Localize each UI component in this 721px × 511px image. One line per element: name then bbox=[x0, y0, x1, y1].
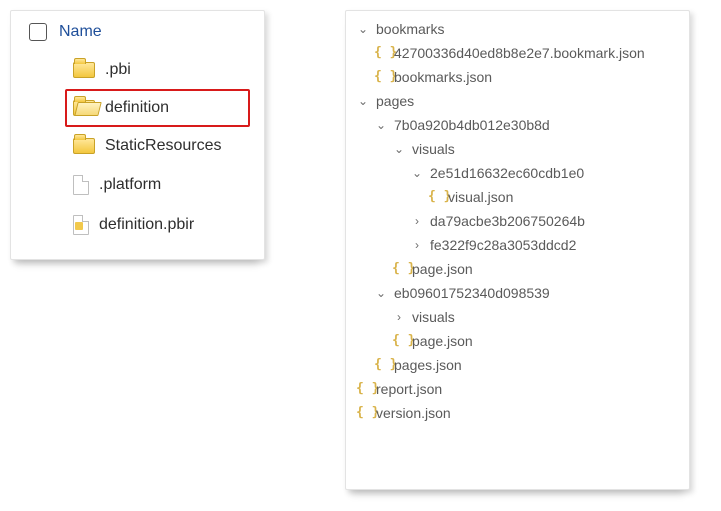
tree-folder[interactable]: ⌄ pages bbox=[350, 89, 679, 113]
tree-label: da79acbe3b206750264b bbox=[430, 211, 585, 231]
chevron-right-icon[interactable]: › bbox=[392, 307, 406, 327]
tree-folder[interactable]: ⌄ eb09601752340d098539 bbox=[350, 281, 679, 305]
tree-label: pages bbox=[376, 91, 414, 111]
file-row[interactable]: definition.pbir bbox=[65, 205, 250, 245]
tree-label: visuals bbox=[412, 139, 455, 159]
tree-label: 2e51d16632ec60cdb1e0 bbox=[430, 163, 584, 183]
json-file-icon: { } bbox=[374, 355, 388, 375]
tree-file[interactable]: { } page.json bbox=[350, 329, 679, 353]
json-file-icon: { } bbox=[374, 67, 388, 87]
tree-label: page.json bbox=[412, 331, 473, 351]
file-list-panel: Name .pbi definition StaticResources .platf… bbox=[10, 10, 265, 260]
chevron-down-icon[interactable]: ⌄ bbox=[374, 283, 388, 303]
tree-file[interactable]: { } 42700336d40ed8b8e2e7.bookmark.json bbox=[350, 41, 679, 65]
file-label: definition bbox=[105, 99, 169, 117]
tree-file[interactable]: { } visual.json bbox=[350, 185, 679, 209]
tree-folder[interactable]: › visuals bbox=[350, 305, 679, 329]
tree-file[interactable]: { } page.json bbox=[350, 257, 679, 281]
tree-folder[interactable]: ⌄ bookmarks bbox=[350, 17, 679, 41]
tree-label: bookmarks bbox=[376, 19, 444, 39]
json-file-icon: { } bbox=[428, 187, 442, 207]
file-label: .platform bbox=[99, 176, 161, 194]
tree-file[interactable]: { } version.json bbox=[350, 401, 679, 425]
file-label: StaticResources bbox=[105, 137, 222, 155]
tree-folder[interactable]: › da79acbe3b206750264b bbox=[350, 209, 679, 233]
tree-file[interactable]: { } report.json bbox=[350, 377, 679, 401]
file-row[interactable]: .pbi bbox=[65, 51, 250, 89]
json-file-icon: { } bbox=[392, 259, 406, 279]
file-row[interactable]: StaticResources bbox=[65, 127, 250, 165]
file-list-header: Name bbox=[25, 21, 250, 51]
folder-icon bbox=[73, 62, 95, 78]
tree-file[interactable]: { } bookmarks.json bbox=[350, 65, 679, 89]
tree-label: visuals bbox=[412, 307, 455, 327]
tree-label: 7b0a920b4db012e30b8d bbox=[394, 115, 550, 135]
file-row[interactable]: definition bbox=[65, 89, 250, 127]
tree-label: pages.json bbox=[394, 355, 462, 375]
tree-label: version.json bbox=[376, 403, 451, 423]
tree-label: visual.json bbox=[448, 187, 513, 207]
tree-file[interactable]: { } pages.json bbox=[350, 353, 679, 377]
tree-folder[interactable]: ⌄ visuals bbox=[350, 137, 679, 161]
tree-label: report.json bbox=[376, 379, 442, 399]
chevron-right-icon[interactable]: › bbox=[410, 211, 424, 231]
tree-folder[interactable]: › fe322f9c28a3053ddcd2 bbox=[350, 233, 679, 257]
chevron-down-icon[interactable]: ⌄ bbox=[356, 19, 370, 39]
tree-label: fe322f9c28a3053ddcd2 bbox=[430, 235, 576, 255]
tree-label: 42700336d40ed8b8e2e7.bookmark.json bbox=[394, 43, 645, 63]
json-file-icon: { } bbox=[374, 43, 388, 63]
file-label: .pbi bbox=[105, 61, 131, 79]
json-file-icon: { } bbox=[392, 331, 406, 351]
select-all-checkbox[interactable] bbox=[29, 23, 47, 41]
file-label: definition.pbir bbox=[99, 216, 194, 234]
tree-folder[interactable]: ⌄ 7b0a920b4db012e30b8d bbox=[350, 113, 679, 137]
definition-tree-panel: ⌄ bookmarks { } 42700336d40ed8b8e2e7.bookma… bbox=[345, 10, 690, 490]
tree-folder[interactable]: ⌄ 2e51d16632ec60cdb1e0 bbox=[350, 161, 679, 185]
folder-icon bbox=[73, 138, 95, 154]
json-file-icon: { } bbox=[356, 403, 370, 423]
pbir-file-icon bbox=[73, 215, 89, 235]
tree-label: bookmarks.json bbox=[394, 67, 492, 87]
tree-label: page.json bbox=[412, 259, 473, 279]
file-row[interactable]: .platform bbox=[65, 165, 250, 205]
column-header-name[interactable]: Name bbox=[59, 23, 102, 41]
chevron-down-icon[interactable]: ⌄ bbox=[356, 91, 370, 111]
chevron-down-icon[interactable]: ⌄ bbox=[410, 163, 424, 183]
chevron-down-icon[interactable]: ⌄ bbox=[374, 115, 388, 135]
tree-label: eb09601752340d098539 bbox=[394, 283, 550, 303]
folder-open-icon bbox=[73, 100, 95, 116]
file-icon bbox=[73, 175, 89, 195]
chevron-down-icon[interactable]: ⌄ bbox=[392, 139, 406, 159]
json-file-icon: { } bbox=[356, 379, 370, 399]
chevron-right-icon[interactable]: › bbox=[410, 235, 424, 255]
